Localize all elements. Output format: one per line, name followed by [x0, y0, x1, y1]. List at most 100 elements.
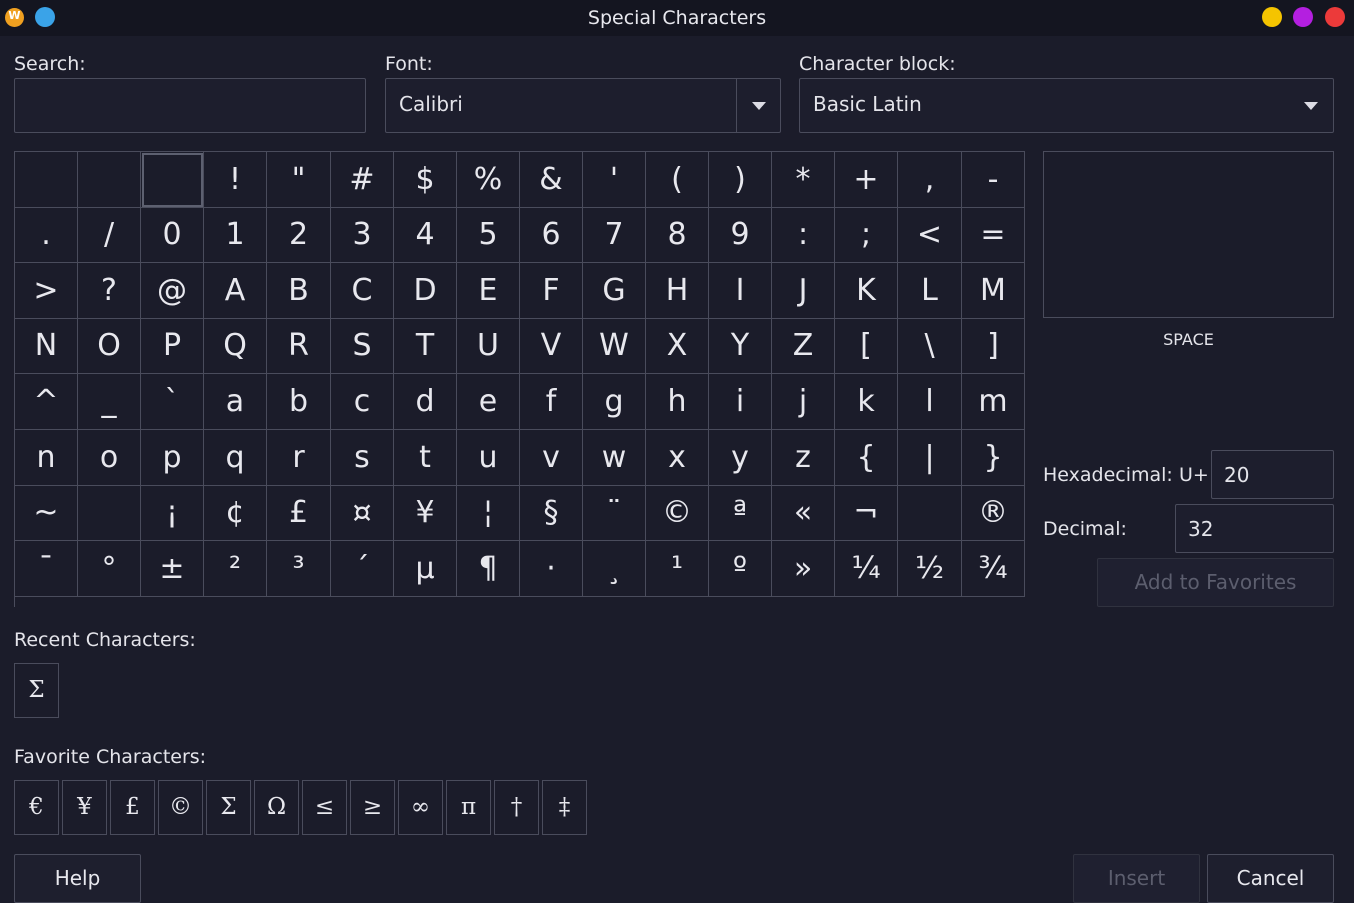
- favorite-char[interactable]: Ω: [254, 780, 299, 835]
- char-cell[interactable]: (: [646, 152, 709, 208]
- favorite-char[interactable]: †: [494, 780, 539, 835]
- char-cell[interactable]: 1: [204, 208, 267, 263]
- char-cell[interactable]: t: [394, 430, 457, 486]
- char-cell[interactable]: y: [709, 430, 772, 486]
- char-cell[interactable]: r: [267, 430, 331, 486]
- char-cell[interactable]: d: [394, 374, 457, 430]
- favorite-char[interactable]: £: [110, 780, 155, 835]
- char-cell[interactable]: ®: [962, 486, 1025, 541]
- char-cell[interactable]: &: [520, 152, 583, 208]
- char-cell[interactable]: ²: [204, 541, 267, 597]
- char-cell[interactable]: C: [331, 263, 394, 319]
- char-cell[interactable]: m: [962, 374, 1025, 430]
- char-cell[interactable]: [141, 152, 204, 208]
- char-cell[interactable]: w: [583, 430, 646, 486]
- char-cell[interactable]: ¶: [457, 541, 520, 597]
- char-cell[interactable]: G: [583, 263, 646, 319]
- char-cell[interactable]: \: [898, 319, 962, 374]
- char-cell[interactable]: ¢: [204, 486, 267, 541]
- char-cell[interactable]: 2: [267, 208, 331, 263]
- char-cell[interactable]: [15, 152, 78, 208]
- char-cell[interactable]: ~: [15, 486, 78, 541]
- char-cell[interactable]: _: [78, 374, 141, 430]
- favorite-char[interactable]: ≤: [302, 780, 347, 835]
- char-cell[interactable]: a: [204, 374, 267, 430]
- char-cell[interactable]: N: [15, 319, 78, 374]
- close-icon[interactable]: [1325, 7, 1345, 27]
- char-cell[interactable]: Y: [709, 319, 772, 374]
- char-cell[interactable]: ¤: [331, 486, 394, 541]
- char-cell[interactable]: ±: [141, 541, 204, 597]
- char-cell[interactable]: 5: [457, 208, 520, 263]
- char-cell[interactable]: ª: [709, 486, 772, 541]
- hex-input[interactable]: [1212, 451, 1333, 498]
- char-cell[interactable]: ·: [520, 541, 583, 597]
- char-cell[interactable]: x: [646, 430, 709, 486]
- char-cell[interactable]: ¬: [835, 486, 898, 541]
- char-cell[interactable]: $: [394, 152, 457, 208]
- chevron-down-icon[interactable]: [1304, 102, 1318, 110]
- char-cell[interactable]: L: [898, 263, 962, 319]
- char-cell[interactable]: P: [141, 319, 204, 374]
- favorite-char[interactable]: Σ: [206, 780, 251, 835]
- char-cell[interactable]: 6: [520, 208, 583, 263]
- minimize-icon[interactable]: [1262, 7, 1282, 27]
- char-cell[interactable]: ^: [15, 374, 78, 430]
- char-cell[interactable]: ¾: [962, 541, 1025, 597]
- char-cell[interactable]: [: [835, 319, 898, 374]
- char-cell[interactable]: 7: [583, 208, 646, 263]
- favorite-char[interactable]: π: [446, 780, 491, 835]
- help-button[interactable]: Help: [14, 854, 141, 903]
- char-cell[interactable]: {: [835, 430, 898, 486]
- char-cell[interactable]: F: [520, 263, 583, 319]
- char-cell[interactable]: E: [457, 263, 520, 319]
- char-cell[interactable]: !: [204, 152, 267, 208]
- char-cell[interactable]: ?: [78, 263, 141, 319]
- char-cell[interactable]: ½: [898, 541, 962, 597]
- char-cell[interactable]: l: [898, 374, 962, 430]
- insert-button[interactable]: Insert: [1073, 854, 1200, 903]
- char-cell[interactable]: |: [898, 430, 962, 486]
- char-cell[interactable]: ¡: [141, 486, 204, 541]
- char-cell[interactable]: -: [962, 152, 1025, 208]
- char-cell[interactable]: p: [141, 430, 204, 486]
- char-cell[interactable]: 9: [709, 208, 772, 263]
- char-cell[interactable]: X: [646, 319, 709, 374]
- char-cell[interactable]: h: [646, 374, 709, 430]
- char-cell[interactable]: «: [772, 486, 835, 541]
- char-cell[interactable]: [898, 486, 962, 541]
- char-cell[interactable]: u: [457, 430, 520, 486]
- char-cell[interactable]: ¦: [457, 486, 520, 541]
- favorite-char[interactable]: €: [14, 780, 59, 835]
- char-cell[interactable]: ¥: [394, 486, 457, 541]
- char-cell[interactable]: µ: [394, 541, 457, 597]
- favorite-char[interactable]: ©: [158, 780, 203, 835]
- char-cell[interactable]: v: [520, 430, 583, 486]
- char-cell[interactable]: /: [78, 208, 141, 263]
- char-cell[interactable]: ¼: [835, 541, 898, 597]
- char-cell[interactable]: B: [267, 263, 331, 319]
- char-cell[interactable]: q: [204, 430, 267, 486]
- char-cell[interactable]: i: [709, 374, 772, 430]
- char-cell[interactable]: ©: [646, 486, 709, 541]
- search-input[interactable]: [15, 79, 365, 132]
- char-cell[interactable]: #: [331, 152, 394, 208]
- char-cell[interactable]: [78, 486, 141, 541]
- char-cell[interactable]: <: [898, 208, 962, 263]
- char-cell[interactable]: k: [835, 374, 898, 430]
- char-cell[interactable]: D: [394, 263, 457, 319]
- char-cell[interactable]: ,: [898, 152, 962, 208]
- maximize-icon[interactable]: [1293, 7, 1313, 27]
- chevron-down-icon[interactable]: [752, 102, 766, 110]
- font-combobox[interactable]: Calibri: [385, 78, 781, 133]
- char-cell[interactable]: :: [772, 208, 835, 263]
- char-cell[interactable]: z: [772, 430, 835, 486]
- char-cell[interactable]: ': [583, 152, 646, 208]
- char-cell[interactable]: »: [772, 541, 835, 597]
- char-cell[interactable]: 8: [646, 208, 709, 263]
- char-cell[interactable]: .: [15, 208, 78, 263]
- char-cell[interactable]: >: [15, 263, 78, 319]
- favorite-char[interactable]: ≥: [350, 780, 395, 835]
- char-cell[interactable]: 4: [394, 208, 457, 263]
- char-cell[interactable]: ¯: [15, 541, 78, 597]
